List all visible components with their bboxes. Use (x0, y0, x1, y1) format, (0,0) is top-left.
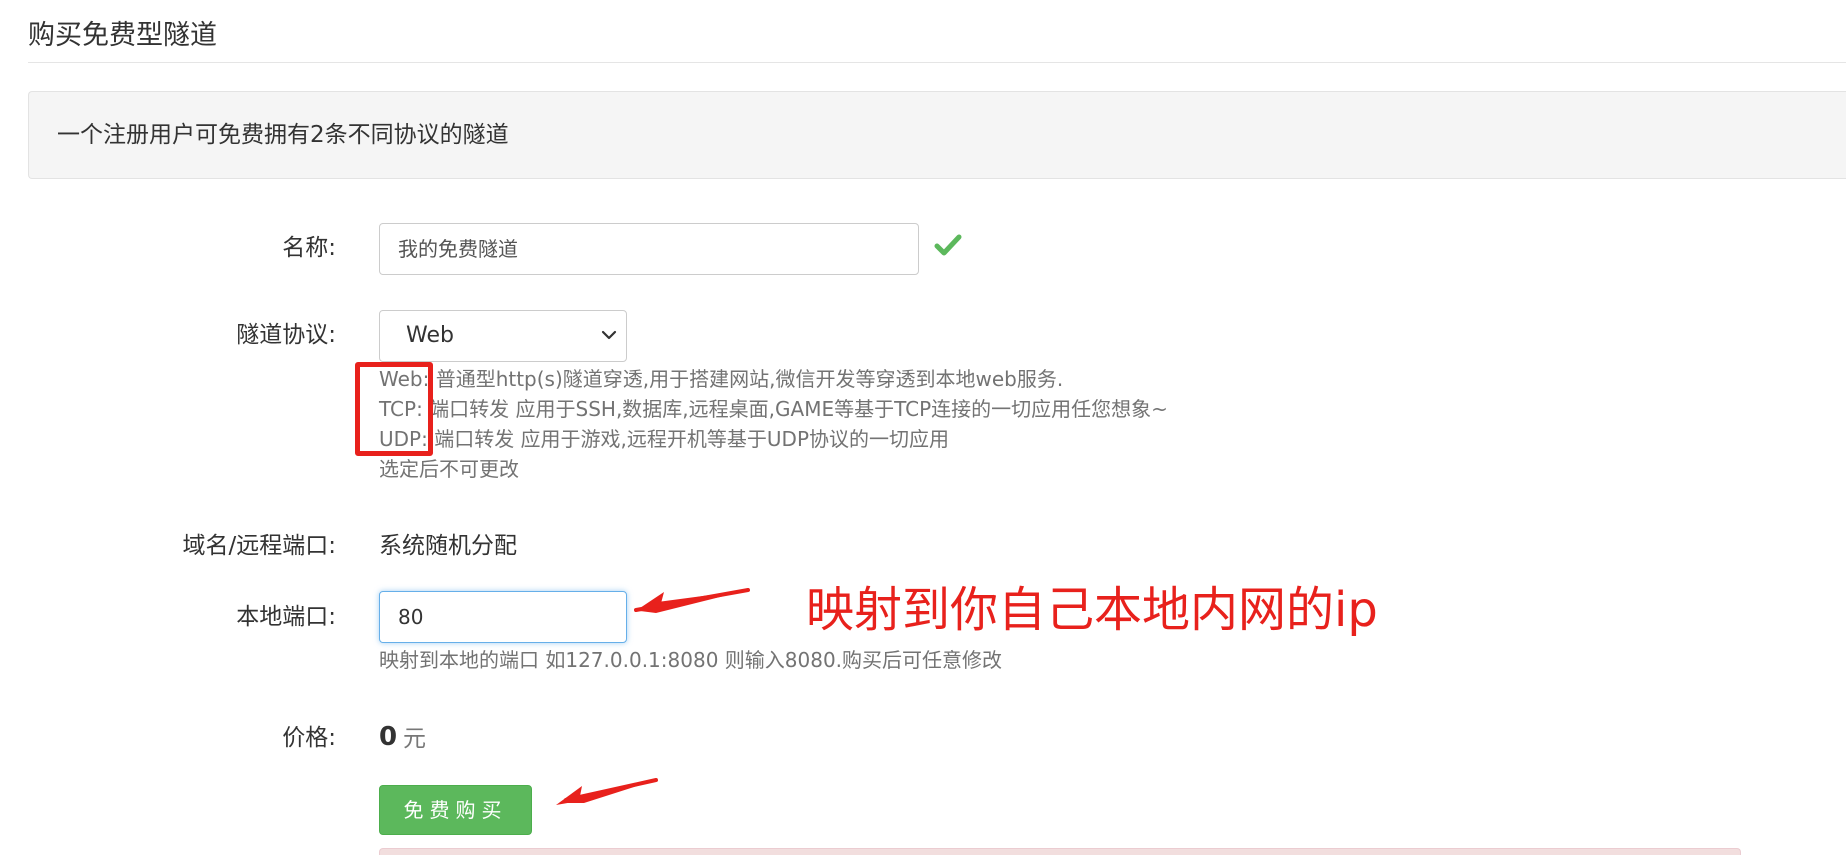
page-title: 购买免费型隧道 (28, 20, 217, 51)
price-unit: 元 (403, 726, 426, 752)
notice-text: 一个注册用户可免费拥有2条不同协议的隧道 (57, 122, 509, 148)
local-port-label: 本地端口: (236, 604, 336, 630)
alert-box (379, 848, 1741, 855)
annotation-arrow-port (634, 588, 750, 613)
name-label: 名称: (282, 235, 336, 261)
protocol-help-udp: UDP: 端口转发 应用于游戏,远程开机等基于UDP协议的一切应用 (379, 427, 950, 451)
price-value: 0 (379, 722, 398, 752)
annotation-arrow-button (556, 778, 658, 805)
title-divider (28, 62, 1846, 63)
chevron-down-icon (601, 330, 617, 340)
protocol-select[interactable]: Web (379, 310, 627, 362)
free-buy-button[interactable]: 免费购买 (379, 785, 532, 835)
annotation-highlight-box (355, 362, 433, 456)
domain-port-value: 系统随机分配 (379, 533, 517, 559)
info-notice: 一个注册用户可免费拥有2条不同协议的隧道 (28, 91, 1846, 179)
name-input[interactable]: 我的免费隧道 (379, 223, 919, 275)
check-icon (934, 234, 962, 256)
protocol-help-locked: 选定后不可更改 (379, 457, 519, 481)
annotation-text: 映射到你自己本地内网的ip (806, 582, 1378, 638)
protocol-label: 隧道协议: (236, 322, 336, 348)
domain-port-label: 域名/远程端口: (182, 533, 337, 559)
price-label: 价格: (282, 725, 336, 751)
local-port-input[interactable]: 80 (379, 591, 627, 643)
protocol-help-tcp: TCP: 端口转发 应用于SSH,数据库,远程桌面,GAME等基于TCP连接的一… (379, 397, 1168, 421)
protocol-help-web: Web: 普通型http(s)隧道穿透,用于搭建网站,微信开发等穿透到本地web… (379, 367, 1064, 391)
local-port-help: 映射到本地的端口 如127.0.0.1:8080 则输入8080.购买后可任意修… (379, 648, 1003, 672)
